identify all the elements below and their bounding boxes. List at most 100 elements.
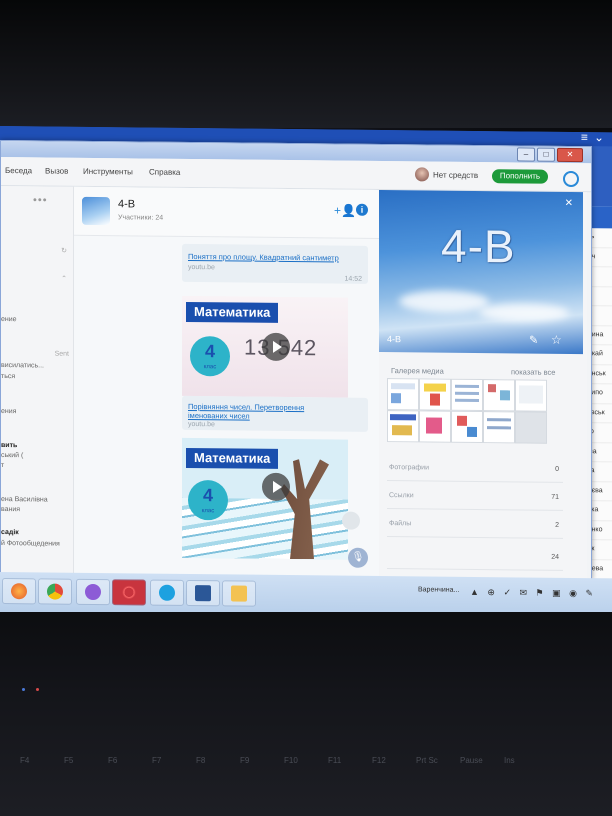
gallery-thumb[interactable] xyxy=(515,379,547,412)
gallery-thumb[interactable] xyxy=(387,378,419,411)
word-icon xyxy=(195,585,211,602)
taskbar-viber[interactable] xyxy=(76,578,110,606)
message-link[interactable]: Поняття про площу. Квадратний сантиметр xyxy=(188,252,339,263)
function-key: F7 xyxy=(152,756,162,765)
cloud-shape xyxy=(479,303,569,322)
contact-item[interactable]: ена Василівна xyxy=(1,496,48,503)
microphone-icon[interactable]: 🎙 xyxy=(348,547,368,568)
participants-count[interactable]: Участники: 24 xyxy=(118,214,163,221)
play-icon[interactable] xyxy=(262,332,290,362)
profile-stat-files[interactable]: Файлы 2 xyxy=(387,514,563,539)
profile-image[interactable]: 4-В 4-В ✕ ✎ ☆ xyxy=(379,189,583,355)
scroll-down-button[interactable] xyxy=(342,511,360,530)
account-status[interactable]: Нет средств xyxy=(415,167,478,182)
pencil-icon[interactable]: ✎ xyxy=(529,334,538,347)
menu-item-help[interactable]: Справка xyxy=(149,168,180,177)
cloud-shape xyxy=(399,290,489,314)
function-key: F12 xyxy=(372,756,386,765)
media-gallery xyxy=(387,378,563,444)
profile-stat-links[interactable]: Ссылки 71 xyxy=(387,486,563,511)
chevron-down-icon[interactable]: ⌄ xyxy=(594,130,604,144)
more-options-icon[interactable]: ••• xyxy=(33,194,48,206)
contact-item[interactable]: т xyxy=(1,462,4,469)
gallery-label: Галерея медиа xyxy=(391,366,444,376)
gallery-thumb[interactable] xyxy=(515,411,547,444)
add-person-icon[interactable]: +👤 xyxy=(334,203,356,217)
close-button[interactable]: ✕ xyxy=(557,147,583,163)
taskbar-chrome[interactable] xyxy=(38,578,72,605)
gallery-thumb[interactable] xyxy=(387,410,419,443)
keyboard-area xyxy=(0,612,612,816)
gallery-thumb[interactable] xyxy=(419,410,451,443)
star-icon[interactable]: ☆ xyxy=(551,333,562,347)
gallery-show-all-link[interactable]: показать все xyxy=(511,367,555,376)
refresh-icon[interactable] xyxy=(563,170,579,188)
stat-value: 71 xyxy=(551,493,559,501)
video-banner: Математика xyxy=(186,301,279,323)
viber-icon xyxy=(85,583,101,601)
refresh-small-icon[interactable]: ↻ xyxy=(61,247,67,255)
grade-badge: 4 клас xyxy=(190,335,230,377)
menu-item-tools[interactable]: Инструменты xyxy=(83,167,133,177)
taskbar-explorer[interactable] xyxy=(222,580,256,607)
contact-item[interactable]: вания xyxy=(1,506,20,513)
conversation-header: 4-В Участники: 24 +👤 i xyxy=(74,186,379,239)
taskbar-firefox[interactable] xyxy=(2,578,36,605)
message-link-card[interactable]: Поняття про площу. Квадратний сантиметр … xyxy=(182,243,368,284)
menu-item-conversation[interactable]: Беседа xyxy=(5,166,32,175)
function-key: F8 xyxy=(196,756,206,765)
info-icon[interactable]: i xyxy=(356,203,368,216)
top-up-button[interactable]: Пополнить xyxy=(492,169,548,184)
grade-badge: 4 клас xyxy=(188,479,228,521)
stat-value: 0 xyxy=(555,465,559,473)
taskbar-opera[interactable] xyxy=(112,579,146,606)
message-link[interactable]: Порівняння чисел. Перетворення іменовани… xyxy=(188,402,318,421)
message-source: youtu.be xyxy=(188,263,215,272)
menu-item-call[interactable]: Вызов xyxy=(45,166,68,175)
contact-item[interactable]: й Фотообщедения xyxy=(1,540,60,548)
contact-item[interactable]: ения xyxy=(1,408,16,415)
gallery-thumb[interactable] xyxy=(451,378,483,412)
function-key: Pause xyxy=(460,756,483,765)
avatar xyxy=(415,167,429,182)
message-link-card[interactable]: Порівняння чисел. Перетворення іменовани… xyxy=(182,395,368,432)
play-icon[interactable] xyxy=(262,472,290,502)
function-key: F5 xyxy=(64,756,74,765)
profile-stat-photos[interactable]: Фотографии 0 xyxy=(387,458,563,483)
video-thumbnail[interactable]: Математика 4 клас xyxy=(182,437,348,560)
gallery-thumb[interactable] xyxy=(419,378,451,411)
system-tray-icons[interactable]: ▲ ⊕ ✓ ✉ ⚑ ▣ ◉ ✎ xyxy=(470,587,596,599)
video-thumbnail[interactable]: Математика 4 клас 13 542 xyxy=(182,295,348,398)
taskbar-skype[interactable] xyxy=(150,579,184,606)
grade-number: 4 xyxy=(202,485,213,506)
contact-item[interactable]: ение xyxy=(1,316,17,323)
close-icon[interactable]: ✕ xyxy=(565,198,573,209)
tray-label[interactable]: Варенчина... xyxy=(418,586,459,593)
contact-item[interactable]: ський ( xyxy=(1,452,23,459)
gallery-thumb[interactable] xyxy=(483,379,515,412)
contact-item[interactable]: вить xyxy=(1,442,17,449)
conversation-title[interactable]: 4-В xyxy=(118,198,135,210)
skype-icon xyxy=(159,584,175,601)
profile-stat-members[interactable]: 24 xyxy=(387,546,563,571)
monitor-bezel-top xyxy=(0,0,612,128)
chevron-up-icon[interactable]: ⌃ xyxy=(61,275,67,283)
grade-number: 4 xyxy=(204,341,215,362)
taskbar-word[interactable] xyxy=(186,579,220,607)
chat-panel: 4-В Участники: 24 +👤 i Поняття про площу… xyxy=(74,186,379,577)
profile-panel: 4-В 4-В ✕ ✎ ☆ Галерея медиа показать все xyxy=(379,189,587,580)
group-avatar[interactable] xyxy=(82,196,110,226)
minimize-button[interactable]: – xyxy=(517,147,535,162)
menu-lines-icon[interactable]: ≡ xyxy=(581,130,588,144)
function-key: F11 xyxy=(328,756,342,765)
maximize-button[interactable]: □ xyxy=(537,147,555,162)
firefox-icon xyxy=(11,583,27,600)
gallery-thumb[interactable] xyxy=(451,410,483,444)
contact-item[interactable]: висилатись... xyxy=(1,362,44,369)
gallery-thumb[interactable] xyxy=(483,411,515,444)
chrome-icon xyxy=(47,583,63,600)
contact-item[interactable]: ться xyxy=(1,373,15,380)
message-source: youtu.be xyxy=(188,420,215,429)
contact-item[interactable]: садік xyxy=(1,529,19,536)
account-balance-text: Нет средств xyxy=(433,170,479,180)
